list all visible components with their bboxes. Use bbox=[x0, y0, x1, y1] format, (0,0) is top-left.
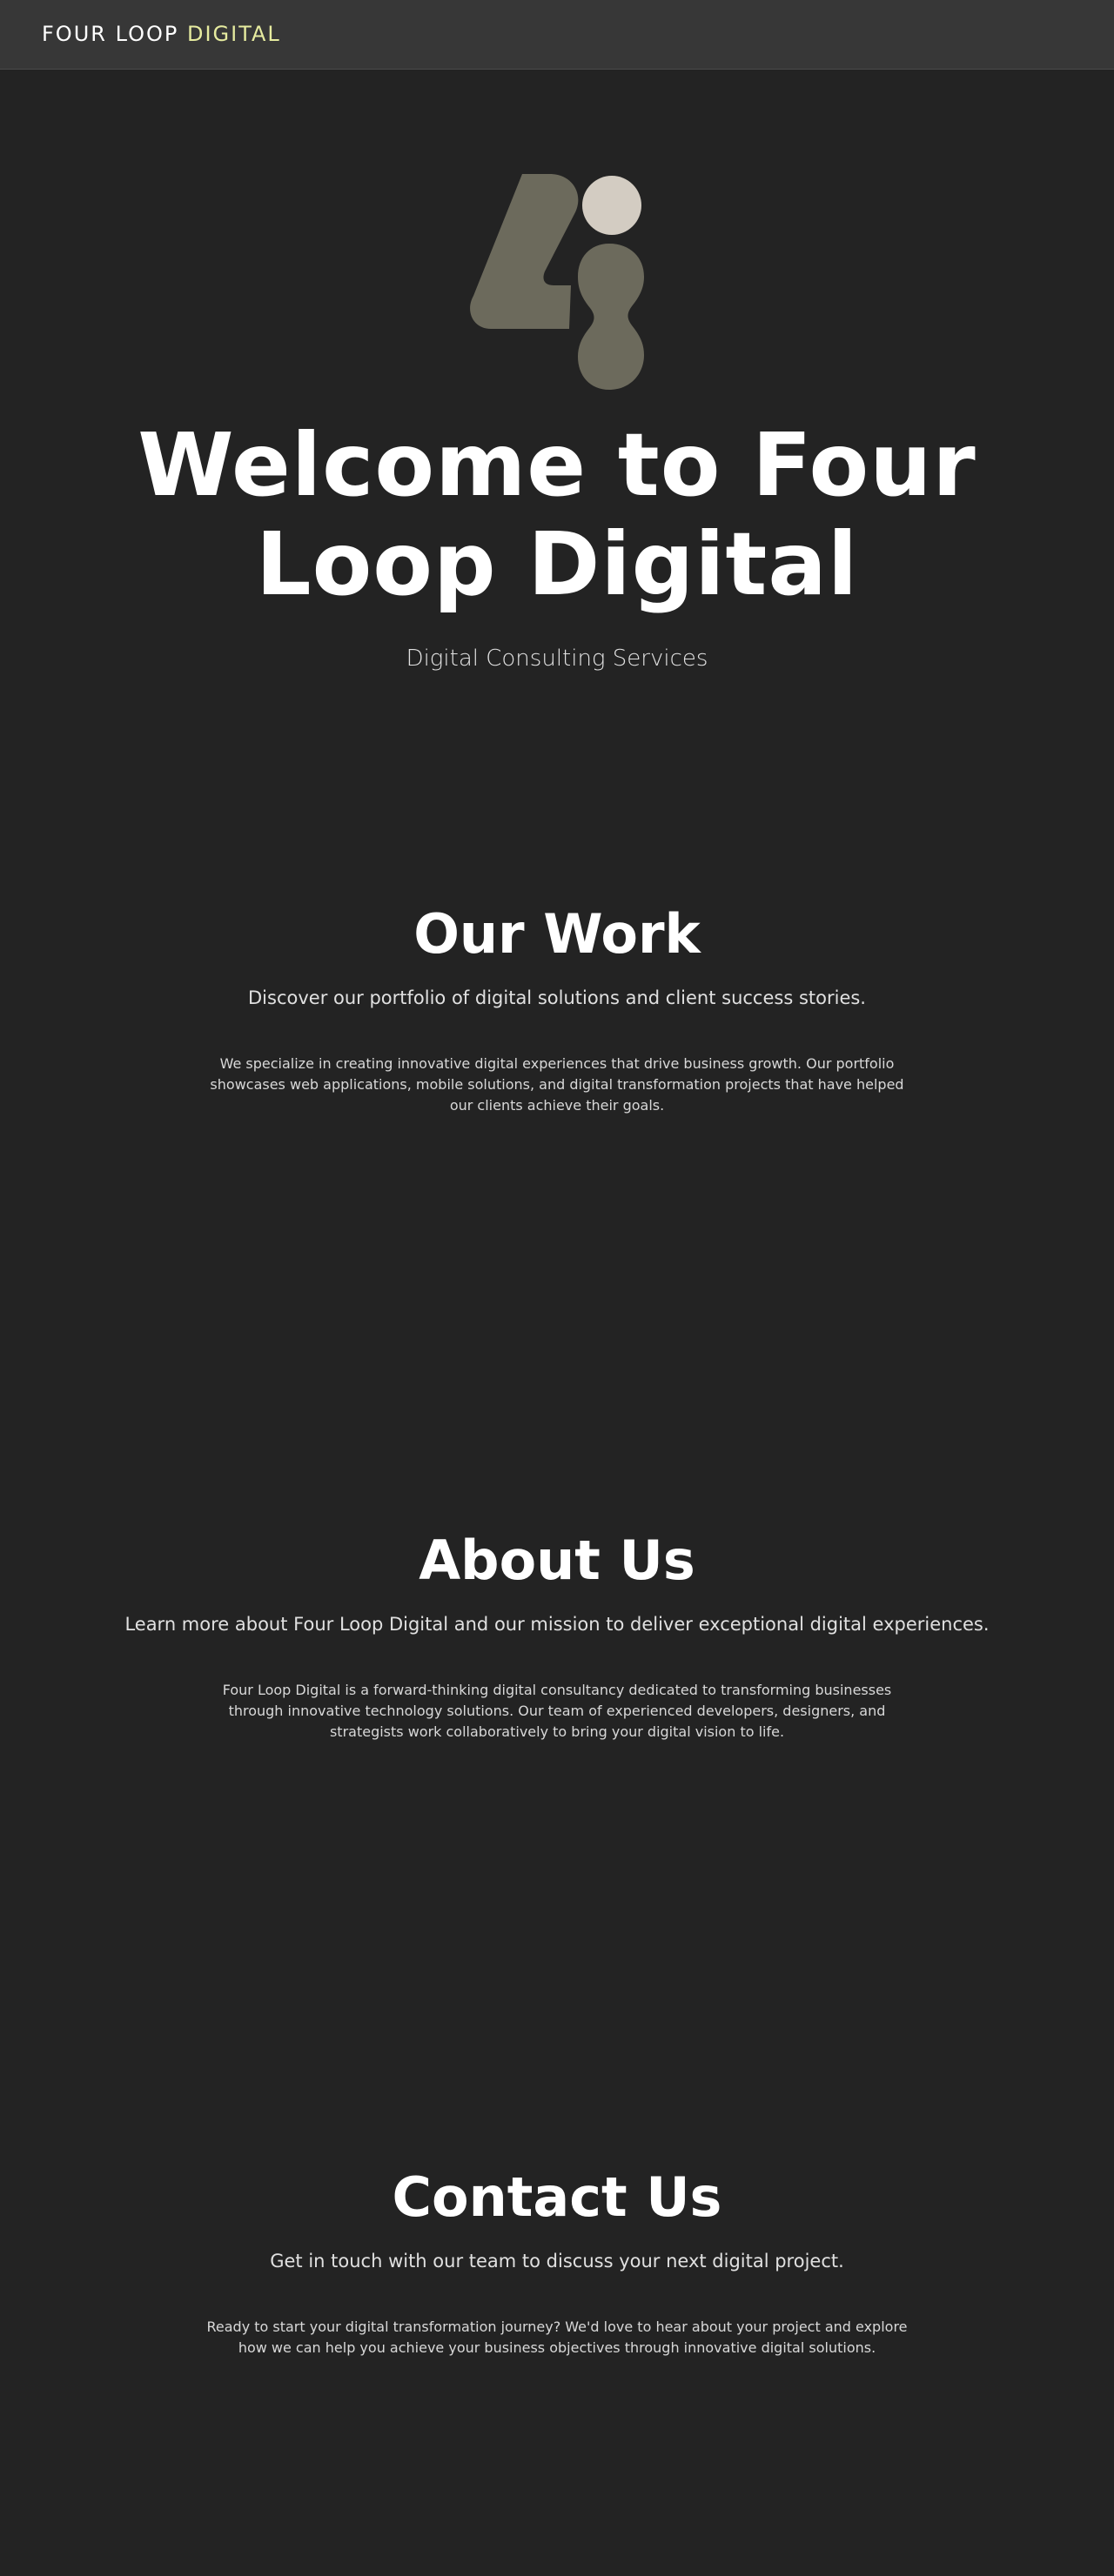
hero-subtitle: Digital Consulting Services bbox=[406, 646, 708, 672]
four-loop-logo-icon bbox=[470, 174, 644, 390]
contact-us-body: Ready to start your digital transformati… bbox=[206, 2318, 908, 2356]
hero-title: Welcome to Four Loop Digital bbox=[138, 414, 976, 615]
our-work-body: We specialize in creating innovative dig… bbox=[210, 1055, 904, 1114]
logo-light-dot bbox=[582, 176, 641, 235]
logo-loop-shape bbox=[578, 244, 644, 390]
contact-us-title: Contact Us bbox=[392, 2165, 722, 2229]
top-navigation-bar: FOUR LOOP DIGITAL bbox=[0, 0, 1114, 70]
about-us-body: Four Loop Digital is a forward-thinking … bbox=[222, 1682, 892, 1740]
our-work-subtitle: Discover our portfolio of digital soluti… bbox=[248, 987, 866, 1008]
about-us-subtitle: Learn more about Four Loop Digital and o… bbox=[124, 1614, 990, 1635]
contact-us-subtitle: Get in touch with our team to discuss yo… bbox=[270, 2251, 844, 2272]
brand-accent-text: DIGITAL bbox=[186, 22, 281, 46]
about-us-title: About Us bbox=[419, 1529, 695, 1592]
brand-logo-link[interactable]: FOUR LOOP DIGITAL bbox=[42, 22, 281, 46]
brand-primary-text: FOUR LOOP bbox=[42, 22, 179, 46]
our-work-title: Our Work bbox=[413, 902, 701, 966]
logo-four-shape bbox=[470, 174, 579, 329]
